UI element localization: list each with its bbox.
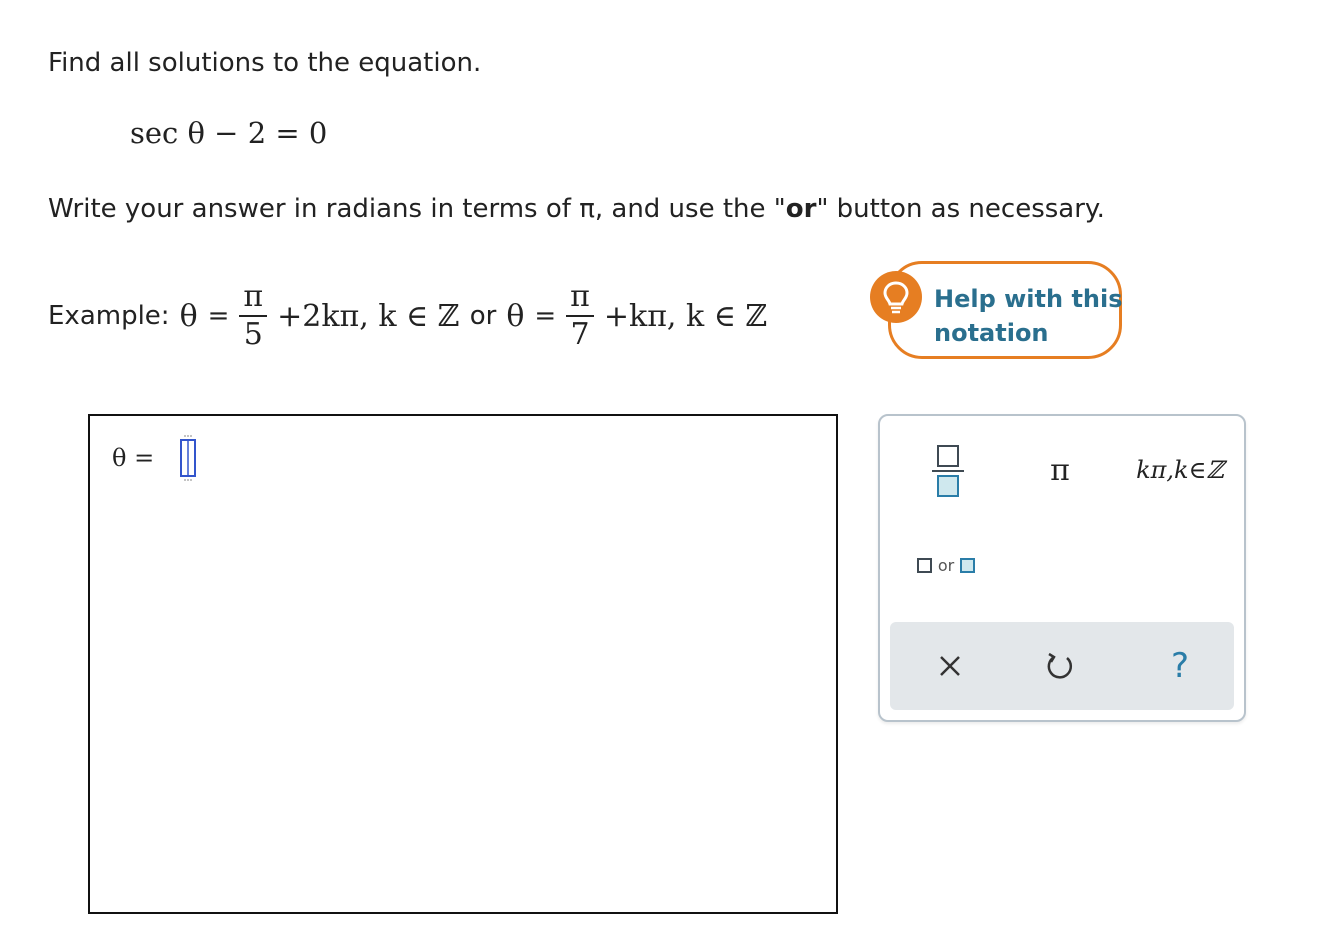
fraction-icon [932,445,964,497]
example-theta-1: θ [179,298,198,334]
example-equals-2: = [534,301,557,331]
help-notation-label[interactable]: Help with this notation [934,282,1124,350]
lightbulb-icon[interactable] [870,271,922,323]
answer-theta-label: θ = [112,444,155,472]
or-right-box-icon [960,557,976,573]
or-button[interactable]: or [906,540,986,590]
answer-input-field[interactable] [176,434,200,486]
example-term-2: +kπ, k ∈ ℤ [603,298,768,334]
example-fraction-2-numerator: π [570,279,590,315]
example-fraction-2-denominator: 7 [570,316,590,352]
close-icon [940,656,960,676]
directions: Write your answer in radians in terms of… [48,194,1105,224]
question-mark-icon: ? [1170,646,1190,686]
directions-prefix: Write your answer in radians in terms of… [48,194,786,224]
question-instruction: Find all solutions to the equation. [48,48,482,78]
directions-or-bold: or [785,194,817,224]
undo-button[interactable] [1030,638,1090,694]
example-fraction-2: π 7 [566,282,594,350]
pi-button[interactable]: π [1030,440,1090,500]
directions-suffix: " button as necessary. [816,194,1105,224]
clear-button[interactable] [920,638,980,694]
example-or: or [469,301,497,331]
example-term-1: +2kπ, k ∈ ℤ [277,298,460,334]
k-pi-integer-button[interactable]: kπ,k∈ℤ [1130,440,1230,500]
example-equals-1: = [207,301,230,331]
answer-input-area[interactable] [88,414,838,914]
fraction-button[interactable] [918,440,978,500]
pi-label: π [1050,452,1070,488]
example-fraction-1-numerator: π [243,279,264,315]
equation: sec θ − 2 = 0 [130,116,328,150]
undo-icon [1047,652,1073,679]
or-label: or [937,555,955,575]
example-fraction-1-denominator: 5 [243,316,263,352]
example-theta-2: θ [506,298,525,334]
k-pi-integer-label: kπ,k∈ℤ [1136,456,1224,484]
or-left-box-icon [916,557,932,573]
example-row: Example: θ = π 5 +2kπ, k ∈ ℤ or θ = π 7 … [48,276,767,356]
example-fraction-1: π 5 [239,279,268,352]
example-label: Example: [48,301,170,331]
help-button[interactable]: ? [1150,638,1210,694]
